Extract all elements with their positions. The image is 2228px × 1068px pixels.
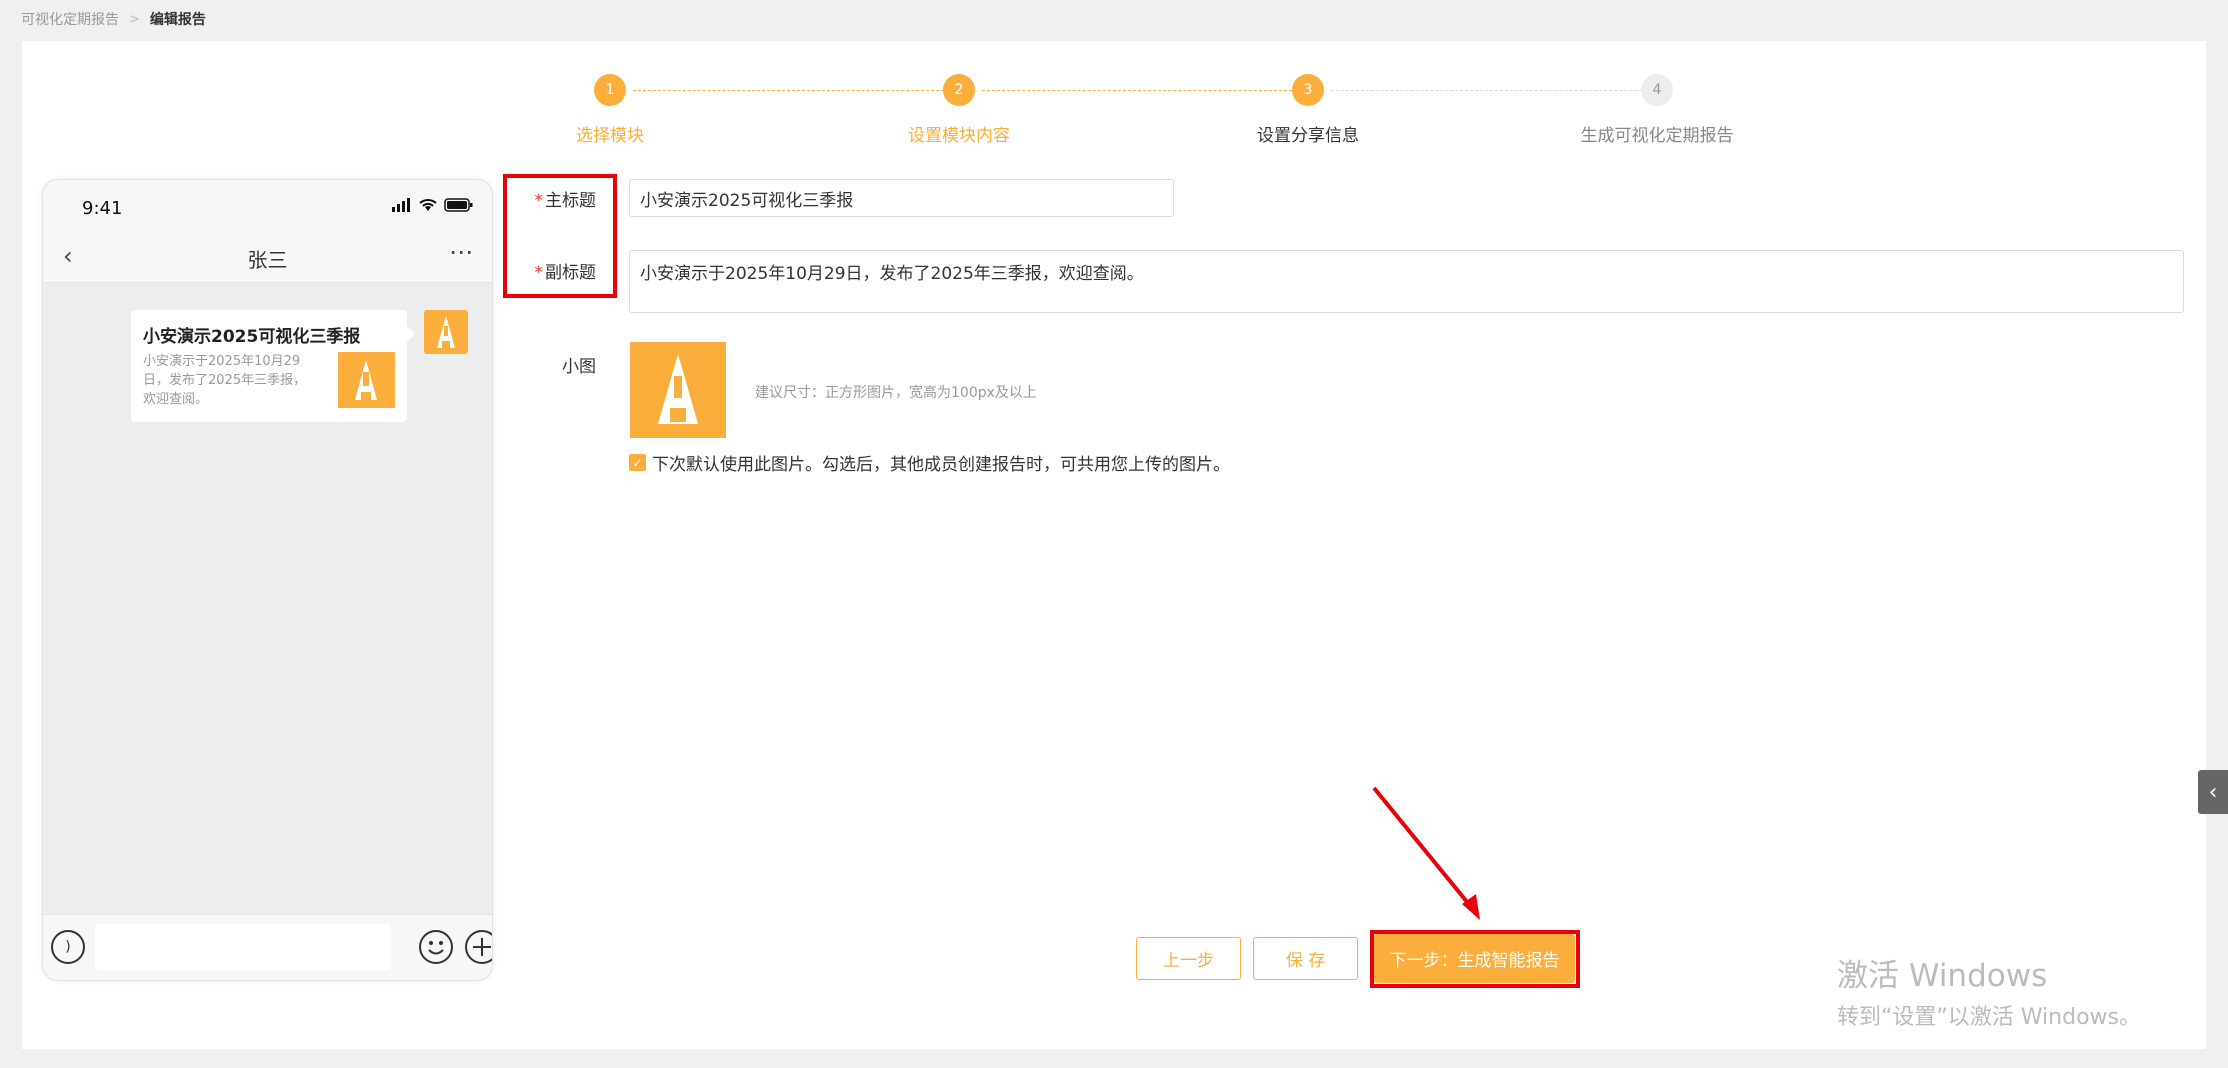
main-panel: 1 选择模块 2 设置模块内容 3 设置分享信息 4 生成可视化定期报告 9:4… bbox=[22, 41, 2206, 1049]
message-thumbnail bbox=[338, 352, 395, 408]
step-number: 1 bbox=[594, 74, 626, 106]
status-icons bbox=[392, 198, 474, 212]
step-2: 2 设置模块内容 bbox=[829, 74, 1089, 146]
arrow-icon bbox=[1372, 786, 1480, 920]
collapse-toggle-icon[interactable]: ‹ bbox=[2198, 770, 2228, 814]
phone-header: 9:41 ‹ 张三 ⋯ bbox=[43, 180, 492, 283]
breadcrumb-separator-icon: > bbox=[129, 11, 140, 27]
phone-preview: 9:41 ‹ 张三 ⋯ 小安演示2025可视化三季报 小安演示于2025年10月… bbox=[42, 179, 493, 981]
emoji-icon[interactable] bbox=[419, 930, 453, 964]
chat-title: 张三 bbox=[247, 248, 288, 272]
message-title: 小安演示2025可视化三季报 bbox=[143, 327, 361, 347]
highlight-box-labels bbox=[503, 174, 617, 298]
phone-input-bar: ) bbox=[43, 914, 492, 980]
thumbnail-upload[interactable] bbox=[630, 342, 726, 438]
progress-steps: 1 选择模块 2 设置模块内容 3 设置分享信息 4 生成可视化定期报告 bbox=[22, 74, 2206, 154]
breadcrumb-current: 编辑报告 bbox=[149, 12, 206, 28]
breadcrumb: 可视化定期报告 > 编辑报告 bbox=[21, 9, 206, 29]
voice-icon[interactable]: ) bbox=[51, 930, 85, 964]
step-label: 设置分享信息 bbox=[1257, 126, 1359, 146]
message-card: 小安演示2025可视化三季报 小安演示于2025年10月29日，发布了2025年… bbox=[131, 310, 415, 422]
highlight-box-next bbox=[1370, 930, 1580, 988]
more-icon[interactable]: ⋯ bbox=[449, 238, 474, 266]
thumbnail-label: 小图 bbox=[562, 357, 596, 377]
step-1: 1 选择模块 bbox=[480, 74, 740, 146]
default-image-option: ✓ 下次默认使用此图片。勾选后，其他成员创建报告时，可共用您上传的图片。 bbox=[629, 450, 1230, 475]
logo-icon bbox=[658, 354, 698, 424]
windows-activation-watermark: 激活 Windows 转到“设置”以激活 Windows。 bbox=[1837, 958, 2141, 1030]
signal-icon bbox=[392, 198, 410, 212]
breadcrumb-parent[interactable]: 可视化定期报告 bbox=[21, 9, 119, 29]
save-button[interactable]: 保 存 bbox=[1253, 937, 1358, 980]
battery-icon bbox=[444, 198, 473, 212]
message-body: 小安演示于2025年10月29日，发布了2025年三季报，欢迎查阅。 bbox=[143, 354, 307, 407]
chat-input[interactable] bbox=[95, 924, 391, 970]
step-label: 选择模块 bbox=[576, 126, 644, 146]
step-label: 设置模块内容 bbox=[908, 126, 1010, 146]
prev-button[interactable]: 上一步 bbox=[1136, 937, 1241, 980]
step-number: 2 bbox=[943, 74, 975, 106]
subtitle-textarea[interactable]: 小安演示于2025年10月29日，发布了2025年三季报，欢迎查阅。 bbox=[629, 250, 2184, 313]
avatar bbox=[424, 310, 468, 354]
plus-icon[interactable] bbox=[465, 930, 492, 964]
step-4: 4 生成可视化定期报告 bbox=[1527, 74, 1787, 146]
logo-icon bbox=[437, 316, 455, 348]
thumbnail-hint: 建议尺寸：正方形图片，宽高为100px及以上 bbox=[755, 385, 1037, 401]
default-image-checkbox[interactable]: ✓ bbox=[629, 454, 646, 471]
main-title-input[interactable]: 小安演示2025可视化三季报 bbox=[629, 179, 1174, 217]
step-label: 生成可视化定期报告 bbox=[1580, 126, 1734, 146]
step-3: 3 设置分享信息 bbox=[1178, 74, 1438, 146]
default-image-checkbox-label: 下次默认使用此图片。勾选后，其他成员创建报告时，可共用您上传的图片。 bbox=[652, 455, 1230, 475]
step-number: 4 bbox=[1641, 74, 1673, 106]
step-number: 3 bbox=[1292, 74, 1324, 106]
wifi-icon bbox=[419, 199, 437, 211]
status-time: 9:41 bbox=[82, 198, 123, 219]
logo-icon bbox=[355, 360, 377, 400]
